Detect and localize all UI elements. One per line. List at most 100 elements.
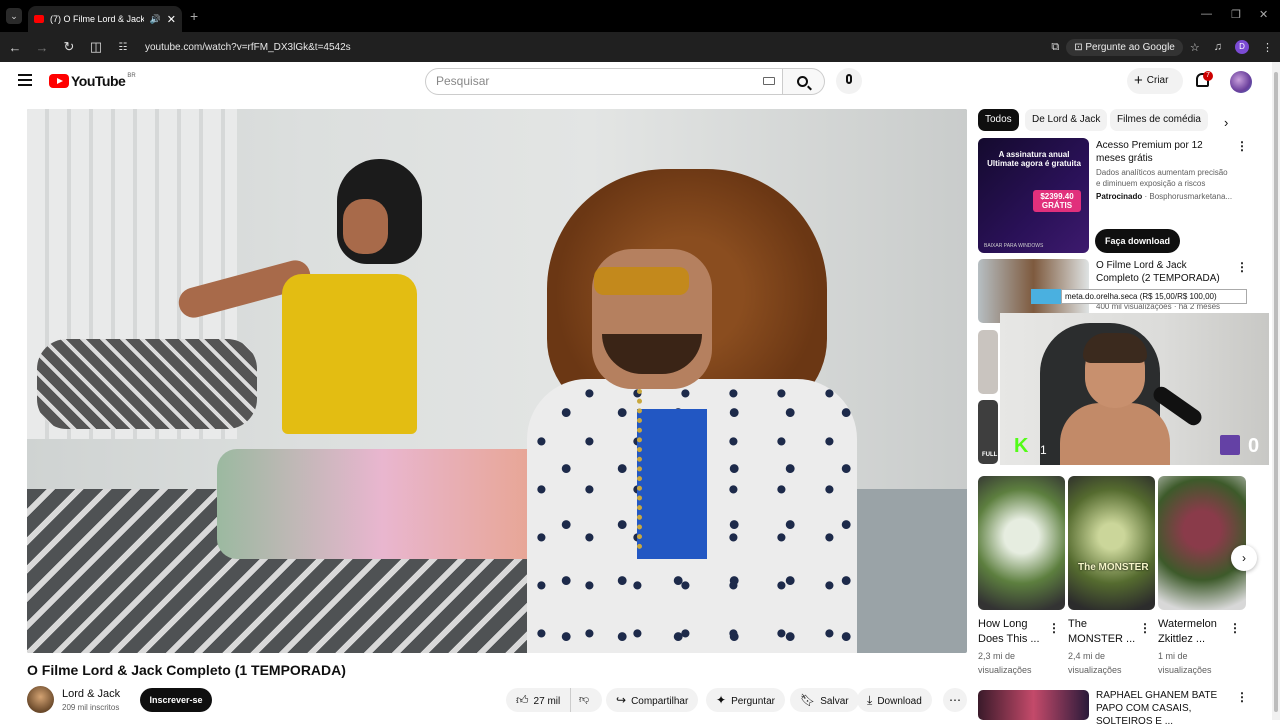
- recommended-more-icon[interactable]: ⋮: [1236, 690, 1248, 704]
- share-icon: ↪: [616, 693, 627, 707]
- like-button[interactable]: 👍︎ 27 mil: [506, 688, 570, 712]
- video-player[interactable]: [27, 109, 967, 653]
- filter-chips: Todos De Lord & Jack Filmes de comédia: [978, 109, 1248, 131]
- like-count: 27 mil: [533, 696, 561, 707]
- ask-button[interactable]: ✦ Perguntar: [706, 688, 785, 712]
- short-thumb-text: The MONSTER: [1078, 562, 1149, 573]
- short-thumbnail[interactable]: The MONSTER: [1068, 476, 1155, 610]
- sponsored-label: Patrocinado: [1096, 192, 1143, 201]
- subscribe-button[interactable]: Inscrever-se: [140, 688, 212, 712]
- recommended-thumbnail[interactable]: [978, 330, 998, 394]
- ad-more-icon[interactable]: ⋮: [1236, 139, 1248, 153]
- sidebar-toggle-icon[interactable]: ◫: [84, 39, 108, 55]
- search-icon: [797, 76, 808, 87]
- site-info-icon[interactable]: ☷: [111, 42, 135, 53]
- chip-comedy[interactable]: Filmes de comédia: [1110, 109, 1208, 131]
- restore-icon[interactable]: ❐: [1231, 8, 1241, 21]
- short-thumbnail[interactable]: [978, 476, 1065, 610]
- advertiser-name: · Bosphorusmarketana...: [1144, 192, 1233, 201]
- thumb-overlay-label: FULL: [982, 452, 998, 458]
- search-input[interactable]: Pesquisar: [425, 68, 783, 95]
- speaker-icon[interactable]: 🔊: [150, 14, 161, 25]
- subscriber-count: 209 mil inscritos: [62, 703, 120, 712]
- webcam-person-hair: [1083, 333, 1147, 363]
- browser-menu-icon[interactable]: ⋮: [1262, 41, 1273, 54]
- share-button[interactable]: ↪ Compartilhar: [606, 688, 699, 712]
- chip-lord-jack[interactable]: De Lord & Jack: [1025, 109, 1108, 131]
- minimize-icon[interactable]: —: [1201, 8, 1212, 20]
- back-icon[interactable]: ←: [3, 40, 27, 55]
- tab-list-dropdown-icon[interactable]: ⌄: [6, 8, 22, 24]
- ad-thumb-footer: BAIXAR PARA WINDOWS: [984, 243, 1044, 249]
- channel-avatar[interactable]: [27, 686, 54, 713]
- region-code: BR: [127, 73, 136, 79]
- reload-icon[interactable]: ↻: [57, 39, 81, 55]
- menu-icon[interactable]: [18, 74, 32, 89]
- scene-sunglasses: [594, 267, 689, 295]
- browser-tab-strip: ⌄ (7) O Filme Lord & Jack Co 🔊 ✕ + — ❐ ✕: [0, 0, 1280, 32]
- channel-name[interactable]: Lord & Jack: [62, 688, 120, 700]
- dislike-button[interactable]: 👎︎: [570, 688, 602, 712]
- short-title[interactable]: How Long Does This ...: [978, 617, 1048, 647]
- chevron-right-icon[interactable]: ›: [1224, 115, 1228, 130]
- url-field[interactable]: youtube.com/watch?v=rfFM_DX3lGk&t=4542s: [145, 42, 1044, 53]
- ask-google-button[interactable]: ⊡ Pergunte ao Google: [1066, 38, 1183, 56]
- webcam-overlay: K 1 0: [1000, 313, 1269, 465]
- media-controls-icon[interactable]: ♫: [1214, 41, 1222, 53]
- youtube-header: YouTube BR Pesquisar + Criar 7: [0, 62, 1272, 102]
- scene-gold-chain: [637, 389, 677, 549]
- youtube-favicon-icon: [34, 15, 44, 23]
- short-more-icon[interactable]: ⋮: [1229, 621, 1241, 635]
- create-button[interactable]: + Criar: [1127, 68, 1183, 94]
- sparkle-icon: ✦: [716, 693, 727, 707]
- ad-thumb-price: $2399.40 GRÁTIS: [1033, 190, 1081, 212]
- save-button[interactable]: 🔖︎ Salvar: [790, 688, 859, 712]
- forward-icon[interactable]: →: [30, 40, 54, 55]
- short-views: 2,4 mi de visualizações: [1068, 651, 1122, 675]
- short-title[interactable]: Watermelon Zkittlez ...: [1158, 617, 1228, 647]
- recommended-thumbnail[interactable]: FULL: [978, 400, 998, 464]
- download-button[interactable]: ⤓ Download: [857, 688, 932, 712]
- bookmark-star-icon[interactable]: ☆: [1190, 41, 1200, 54]
- cast-icon[interactable]: ⧉: [1051, 41, 1059, 54]
- keyboard-icon[interactable]: [763, 77, 775, 85]
- account-avatar[interactable]: [1230, 71, 1252, 93]
- short-title[interactable]: The MONSTER ...: [1068, 617, 1138, 647]
- ad-title[interactable]: Acesso Premium por 12 meses grátis: [1096, 139, 1232, 165]
- google-lens-icon: ⊡: [1074, 41, 1086, 53]
- logo-text: YouTube: [71, 73, 126, 89]
- recommended-thumbnail[interactable]: [978, 690, 1089, 720]
- scrollbar-thumb[interactable]: [1274, 72, 1278, 712]
- ad-thumbnail[interactable]: A assinatura anual Ultimate agora é grat…: [978, 138, 1089, 253]
- webcam-person-body: [1060, 403, 1170, 465]
- recommended-title[interactable]: RAPHAEL GHANEM BATE PAPO COM CASAIS, SOL…: [1096, 689, 1232, 728]
- shorts-next-icon[interactable]: ›: [1231, 545, 1257, 571]
- short-views: 2,3 mi de visualizações: [978, 651, 1032, 675]
- close-window-icon[interactable]: ✕: [1259, 8, 1268, 21]
- scene-clothes-pile: [217, 449, 547, 559]
- recommended-more-icon[interactable]: ⋮: [1236, 260, 1248, 274]
- close-tab-icon[interactable]: ✕: [167, 13, 176, 26]
- short-more-icon[interactable]: ⋮: [1048, 621, 1060, 635]
- short-thumbnail[interactable]: [1158, 476, 1246, 610]
- profile-avatar[interactable]: D: [1235, 40, 1249, 54]
- youtube-logo[interactable]: YouTube BR: [49, 73, 136, 89]
- twitch-viewer-count: 0: [1248, 435, 1260, 457]
- ad-download-button[interactable]: Faça download: [1095, 229, 1180, 253]
- thumbs-up-icon: 👍︎: [516, 693, 529, 707]
- new-tab-icon[interactable]: +: [190, 8, 198, 24]
- kick-logo-icon: K: [1014, 435, 1029, 457]
- ad-description: Dados analíticos aumentam precisão e dim…: [1096, 168, 1228, 188]
- save-label: Salvar: [820, 696, 849, 707]
- more-actions-icon[interactable]: ⋯: [943, 688, 967, 712]
- tooltip-goal: meta.do.orelha.seca (R$ 15,00/R$ 100,00): [1061, 289, 1247, 304]
- recommended-title[interactable]: O Filme Lord & Jack Completo (2 TEMPORAD…: [1096, 259, 1232, 285]
- download-label: Download: [877, 696, 922, 707]
- youtube-play-icon: [49, 74, 69, 88]
- browser-tab-active[interactable]: (7) O Filme Lord & Jack Co 🔊 ✕: [28, 6, 182, 32]
- scene-pillow: [37, 339, 257, 429]
- chip-all[interactable]: Todos: [978, 109, 1019, 131]
- voice-search-button[interactable]: [836, 68, 862, 94]
- search-button[interactable]: [783, 68, 825, 95]
- short-more-icon[interactable]: ⋮: [1139, 621, 1151, 635]
